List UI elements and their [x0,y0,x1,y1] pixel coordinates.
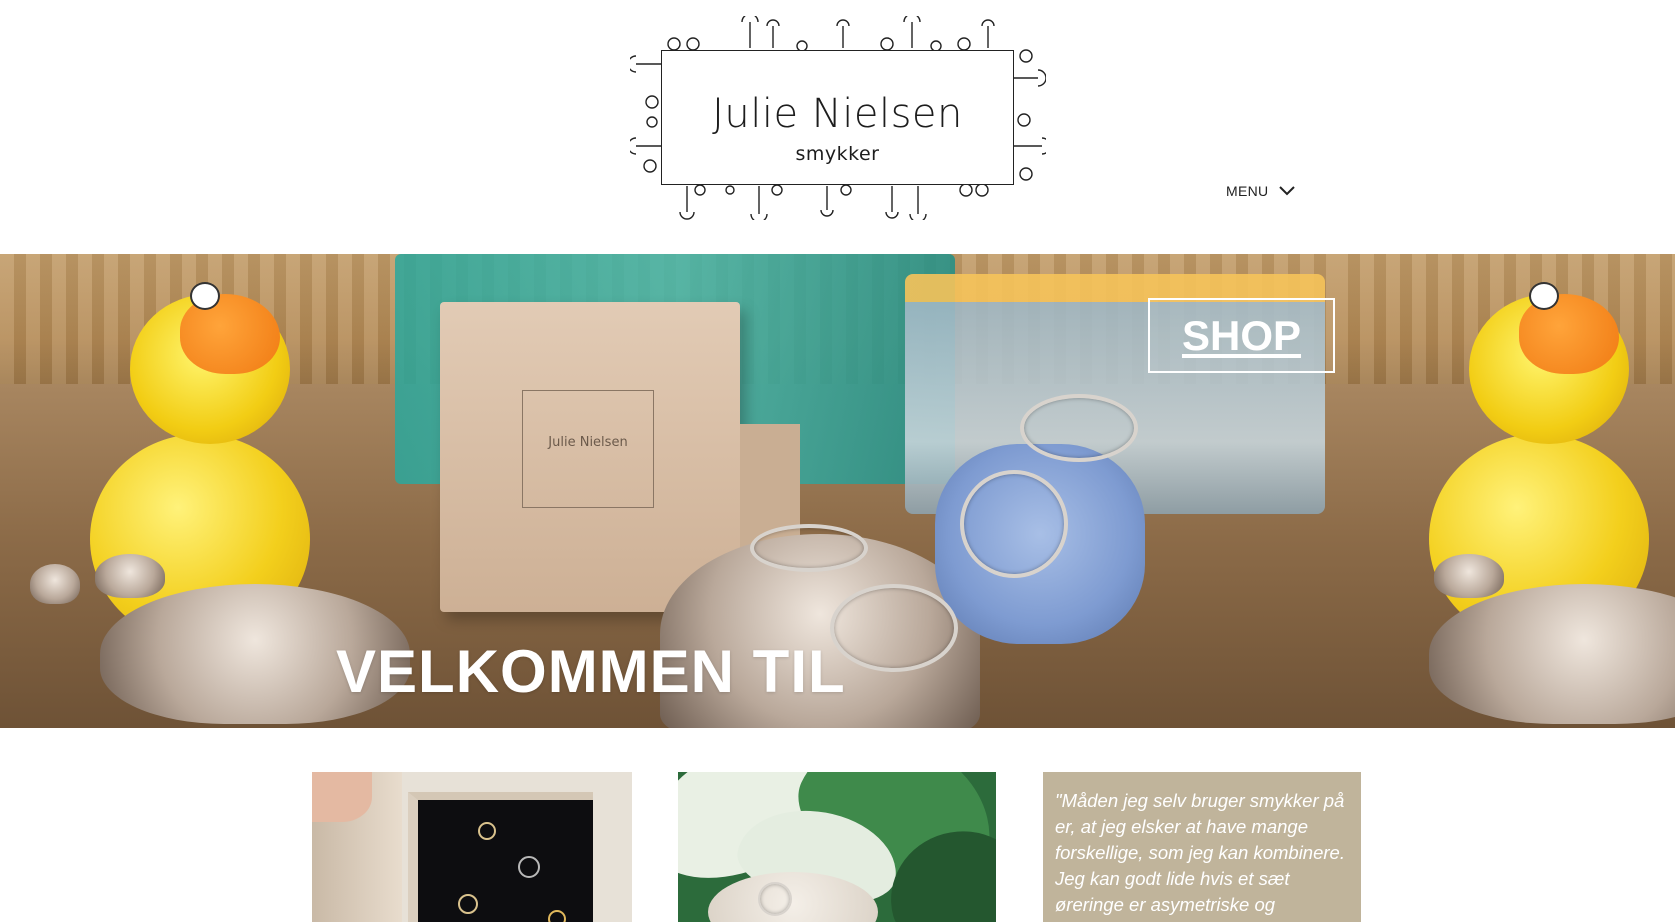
box-label: Julie Nielsen [548,435,628,450]
quote-text: "Måden jeg selv bruger smykker på er, at… [1055,790,1345,915]
logo-subtitle: smykker [795,143,880,165]
site-header: Julie Nielsen smykker MENU [0,0,1675,254]
hero-image-next [1334,254,1675,728]
product-tile-earring-box[interactable] [312,772,632,922]
hero-title: VELKOMMEN TIL [336,638,846,705]
hero-banner: Julie Nielsen VELKOMMEN TIL SHOP [0,254,1675,728]
product-tile-shell-leaves[interactable] [678,772,996,922]
earring-display [408,792,593,922]
shop-label: SHOP [1181,311,1302,359]
chevron-down-icon [1279,186,1296,196]
jewelry-box: Julie Nielsen [440,302,740,612]
menu-label: MENU [1226,183,1269,199]
site-logo[interactable]: Julie Nielsen smykker [630,16,1046,220]
menu-toggle[interactable]: MENU [1226,180,1296,202]
logo-name: Julie Nielsen [712,91,963,137]
logo-frame: Julie Nielsen smykker [661,50,1014,185]
quote-card: "Måden jeg selv bruger smykker på er, at… [1043,772,1361,922]
shop-button[interactable]: SHOP [1148,298,1335,373]
